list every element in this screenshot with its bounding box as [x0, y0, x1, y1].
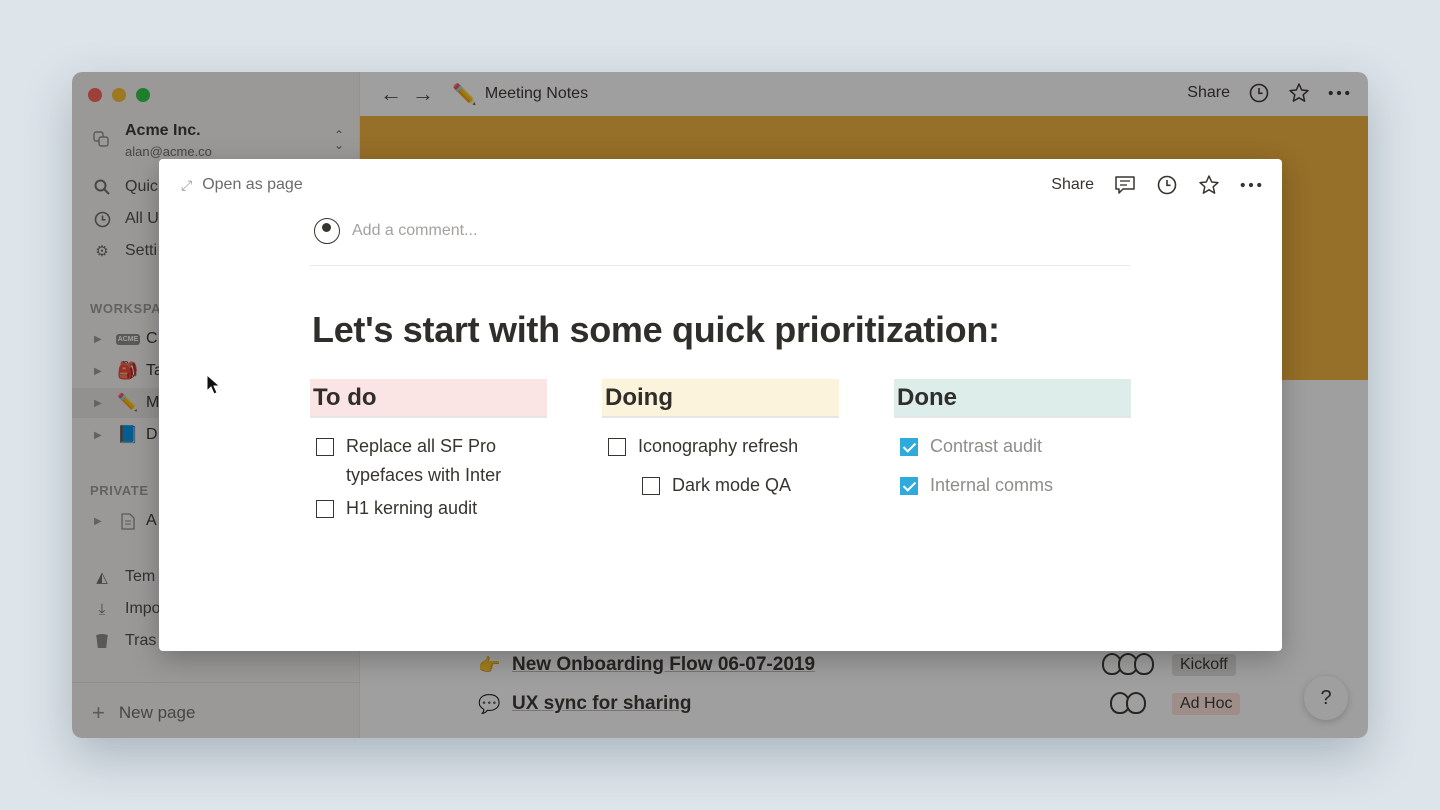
todo-item: Iconography refresh	[602, 432, 839, 461]
column-todo: To do Replace all SF Pro typefaces with …	[310, 379, 547, 523]
column-title: To do	[310, 379, 547, 417]
share-button[interactable]: Share	[1051, 176, 1094, 194]
comment-icon[interactable]	[1114, 174, 1136, 196]
checkbox-checked[interactable]	[900, 438, 918, 456]
checkbox[interactable]	[316, 438, 334, 456]
checkbox-checked[interactable]	[900, 477, 918, 495]
todo-text[interactable]: Replace all SF Pro typefaces with Inter	[346, 432, 547, 490]
column-divider	[602, 417, 839, 428]
comment-input[interactable]: Add a comment...	[352, 222, 477, 240]
open-as-page-label: Open as page	[202, 176, 303, 193]
todo-item: Replace all SF Pro typefaces with Inter	[310, 432, 547, 490]
todo-item: H1 kerning audit	[310, 494, 547, 523]
column-doing: Doing Iconography refresh Dark mode QA	[602, 379, 839, 500]
todo-text[interactable]: Dark mode QA	[672, 471, 791, 500]
mouse-cursor-icon	[206, 374, 220, 395]
star-icon[interactable]	[1198, 174, 1220, 196]
avatar	[314, 218, 340, 244]
todo-item: Contrast audit	[894, 432, 1131, 461]
history-clock-icon[interactable]	[1156, 174, 1178, 196]
checkbox[interactable]	[608, 438, 626, 456]
modal-actions: Share	[1051, 174, 1262, 196]
todo-item: Internal comms	[894, 471, 1131, 500]
column-title: Done	[894, 379, 1131, 417]
column-done: Done Contrast audit Internal comms	[894, 379, 1131, 500]
page-heading: Let's start with some quick prioritizati…	[312, 309, 1000, 350]
column-divider	[310, 417, 547, 428]
column-divider	[894, 417, 1131, 428]
expand-arrows-icon: ⤢	[181, 176, 193, 193]
more-dots-icon[interactable]	[1240, 174, 1262, 196]
checkbox[interactable]	[642, 477, 660, 495]
open-as-page-button[interactable]: ⤢ Open as page	[181, 176, 303, 194]
todo-text[interactable]: Internal comms	[930, 471, 1053, 500]
comment-bar: Add a comment...	[310, 218, 1130, 266]
column-title: Doing	[602, 379, 839, 417]
todo-text[interactable]: Iconography refresh	[638, 432, 798, 461]
page-peek-modal: ⤢ Open as page Share Add a comment... Le…	[159, 159, 1282, 651]
todo-text[interactable]: H1 kerning audit	[346, 494, 477, 523]
todo-text[interactable]: Contrast audit	[930, 432, 1042, 461]
todo-item-nested: Dark mode QA	[602, 471, 839, 500]
checkbox[interactable]	[316, 500, 334, 518]
